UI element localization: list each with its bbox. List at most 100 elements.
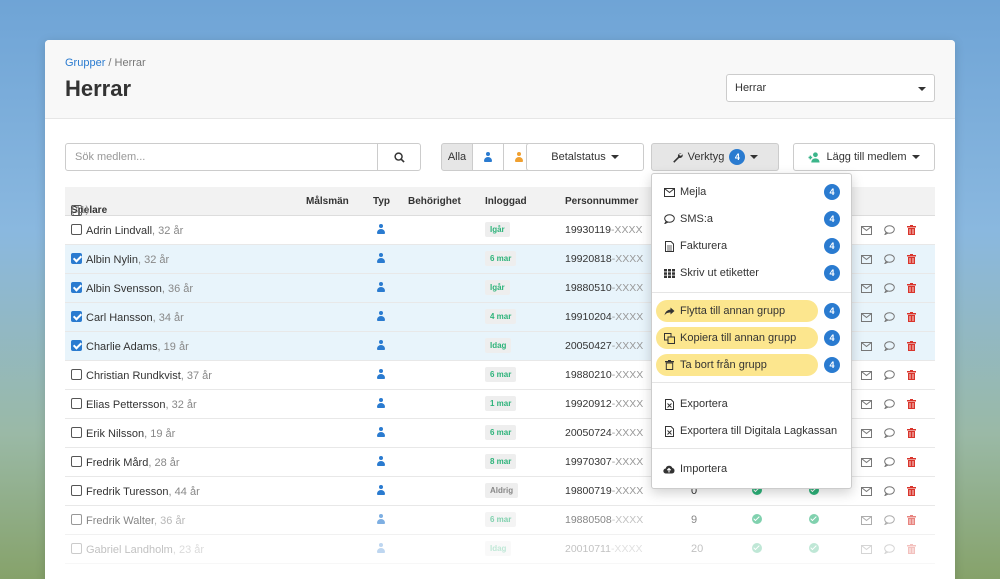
trash-icon[interactable] <box>907 312 916 322</box>
player-name[interactable]: Erik Nilsson <box>86 428 144 440</box>
player-age: 19 år <box>150 428 176 440</box>
mail-icon[interactable] <box>861 283 872 293</box>
row-checkbox[interactable] <box>71 282 82 293</box>
betalstatus-dropdown[interactable]: Betalstatus <box>526 143 644 171</box>
search-input[interactable]: Sök medlem... <box>65 143 378 171</box>
player-name[interactable]: Albin Nylin <box>86 254 138 266</box>
trash-icon[interactable] <box>907 457 916 467</box>
player-name[interactable]: Fredrik Walter <box>86 515 154 527</box>
verktyg-dropdown[interactable]: Verktyg 4 <box>651 143 779 171</box>
filter-all-button[interactable]: Alla <box>441 143 473 171</box>
trash-icon <box>663 360 675 370</box>
trash-icon[interactable] <box>907 283 916 293</box>
mail-icon[interactable] <box>861 515 872 525</box>
row-checkbox[interactable] <box>71 340 82 351</box>
mail-icon[interactable] <box>861 341 872 351</box>
person-icon <box>376 427 386 438</box>
chat-icon[interactable] <box>884 283 895 293</box>
menu-item-exportera[interactable]: Exportera <box>652 392 851 416</box>
mail-icon[interactable] <box>861 254 872 264</box>
chat-icon[interactable] <box>884 341 895 351</box>
trash-icon[interactable] <box>907 544 916 554</box>
row-checkbox[interactable] <box>71 543 82 554</box>
row-checkbox[interactable] <box>71 514 82 525</box>
table-row[interactable]: Fredrik Walter, 36 år 6 mar 19880508-XXX… <box>65 506 935 535</box>
chevron-down-icon <box>911 155 920 159</box>
menu-item-flytta-till-annan-grupp[interactable]: Flytta till annan grupp 4 <box>652 299 851 323</box>
chat-icon[interactable] <box>884 544 895 554</box>
col-logged-in[interactable]: Inloggad <box>485 196 527 207</box>
search-icon <box>393 151 405 163</box>
menu-item-sms-a[interactable]: SMS:a 4 <box>652 207 851 231</box>
login-badge: Idag <box>485 541 512 556</box>
row-checkbox[interactable] <box>71 427 82 438</box>
trash-icon[interactable] <box>907 341 916 351</box>
trash-icon[interactable] <box>907 399 916 409</box>
mail-icon[interactable] <box>861 544 872 554</box>
trash-icon[interactable] <box>907 225 916 235</box>
menu-item-fakturera[interactable]: Fakturera 4 <box>652 234 851 258</box>
player-name[interactable]: Fredrik Turesson <box>86 486 169 498</box>
search-button[interactable] <box>377 143 421 171</box>
trash-icon[interactable] <box>907 370 916 380</box>
mail-icon[interactable] <box>861 457 872 467</box>
row-count: 20 <box>691 543 704 555</box>
add-member-button[interactable]: Lägg till medlem <box>793 143 935 171</box>
player-name[interactable]: Gabriel Landholm <box>86 544 173 556</box>
table-row[interactable]: Gabriel Landholm, 23 år Idag 20010711-XX… <box>65 535 935 564</box>
row-checkbox[interactable] <box>71 253 82 264</box>
type-cell <box>376 253 386 267</box>
selected-count-badge: 4 <box>729 149 746 165</box>
chat-icon[interactable] <box>884 254 895 264</box>
col-personnummer[interactable]: Personnummer <box>565 196 638 207</box>
row-checkbox[interactable] <box>71 456 82 467</box>
menu-item-mejla[interactable]: Mejla 4 <box>652 180 851 204</box>
chat-icon[interactable] <box>884 486 895 496</box>
trash-icon[interactable] <box>907 254 916 264</box>
breadcrumb-link-grupper[interactable]: Grupper <box>65 57 105 69</box>
player-name[interactable]: Elias Pettersson <box>86 399 165 411</box>
chat-icon[interactable] <box>884 515 895 525</box>
filter-player-button[interactable] <box>472 143 504 171</box>
trash-icon[interactable] <box>907 515 916 525</box>
trash-icon[interactable] <box>907 428 916 438</box>
chat-icon[interactable] <box>884 312 895 322</box>
row-checkbox[interactable] <box>71 398 82 409</box>
row-checkbox[interactable] <box>71 311 82 322</box>
row-checkbox[interactable] <box>71 369 82 380</box>
login-badge: 1 mar <box>485 396 517 411</box>
col-type[interactable]: Typ <box>373 196 390 207</box>
menu-item-importera[interactable]: Importera <box>652 457 851 481</box>
chat-icon[interactable] <box>884 225 895 235</box>
menu-item-kopiera-till-annan-grupp[interactable]: Kopiera till annan grupp 4 <box>652 326 851 350</box>
chat-icon[interactable] <box>884 428 895 438</box>
player-name[interactable]: Charlie Adams <box>86 341 158 353</box>
player-name[interactable]: Albin Svensson <box>86 283 162 295</box>
chat-icon[interactable] <box>884 370 895 380</box>
mail-icon[interactable] <box>861 370 872 380</box>
menu-item-exportera-till-digitala-lagkassan[interactable]: Exportera till Digitala Lagkassan <box>652 419 851 443</box>
col-permission[interactable]: Behörighet <box>408 196 461 207</box>
chat-icon[interactable] <box>884 399 895 409</box>
player-name[interactable]: Adrin Lindvall <box>86 225 152 237</box>
player-name[interactable]: Christian Rundkvist <box>86 370 181 382</box>
mail-icon[interactable] <box>861 312 872 322</box>
player-name[interactable]: Fredrik Mård <box>86 457 148 469</box>
row-checkbox[interactable] <box>71 485 82 496</box>
trash-icon[interactable] <box>907 486 916 496</box>
person-icon <box>376 514 386 525</box>
col-guardians[interactable]: Målsmän <box>306 196 349 207</box>
mail-icon[interactable] <box>861 486 872 496</box>
menu-item-skriv-ut-etiketter[interactable]: Skriv ut etiketter 4 <box>652 261 851 285</box>
menu-item-ta-bort-från-grupp[interactable]: Ta bort från grupp 4 <box>652 353 851 377</box>
player-name[interactable]: Carl Hansson <box>86 312 153 324</box>
mail-icon[interactable] <box>861 428 872 438</box>
group-select[interactable]: Herrar <box>726 74 935 102</box>
chat-icon[interactable] <box>884 457 895 467</box>
add-member-label: Lägg till medlem <box>826 151 907 163</box>
row-checkbox[interactable] <box>71 224 82 235</box>
mail-icon[interactable] <box>861 399 872 409</box>
mail-icon[interactable] <box>861 225 872 235</box>
row-actions <box>861 283 916 293</box>
chevron-down-icon <box>750 155 759 159</box>
